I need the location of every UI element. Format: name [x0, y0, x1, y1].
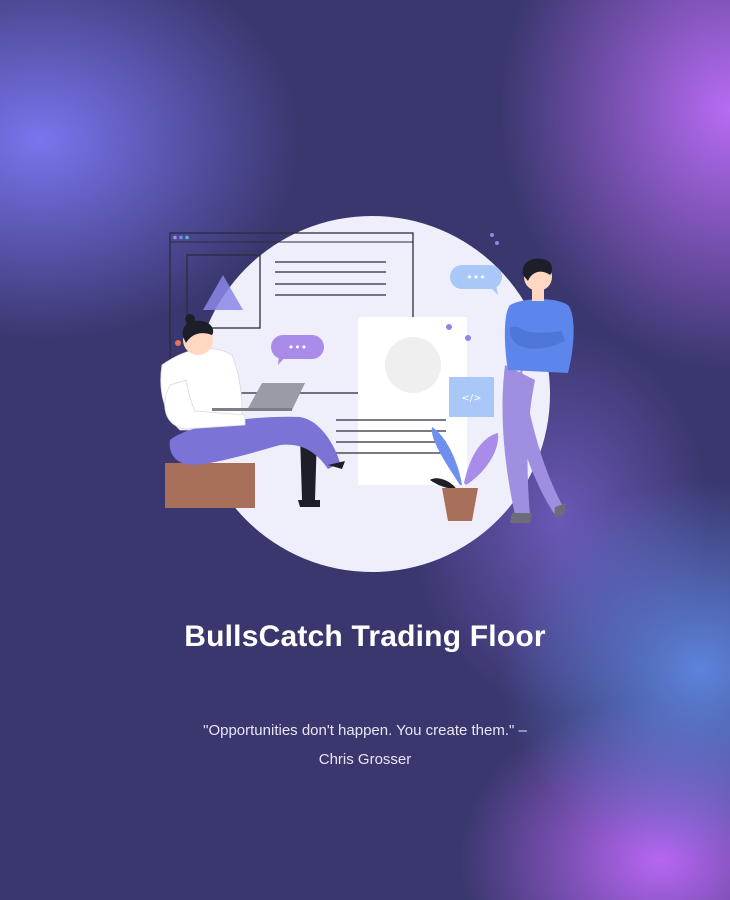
page-title: BullsCatch Trading Floor [184, 620, 546, 653]
wooden-box [165, 463, 255, 508]
svg-text:•••: ••• [288, 341, 307, 354]
svg-text:•••: ••• [466, 271, 485, 284]
svg-text:</>: </> [461, 393, 481, 404]
hero-illustration: </> ••• ••• [160, 216, 574, 572]
quote-author: Chris Grosser [318, 751, 412, 768]
quote-text: "Opportunities don't happen. You create … [203, 722, 527, 739]
quote: "Opportunities don't happen. You create … [150, 716, 580, 774]
